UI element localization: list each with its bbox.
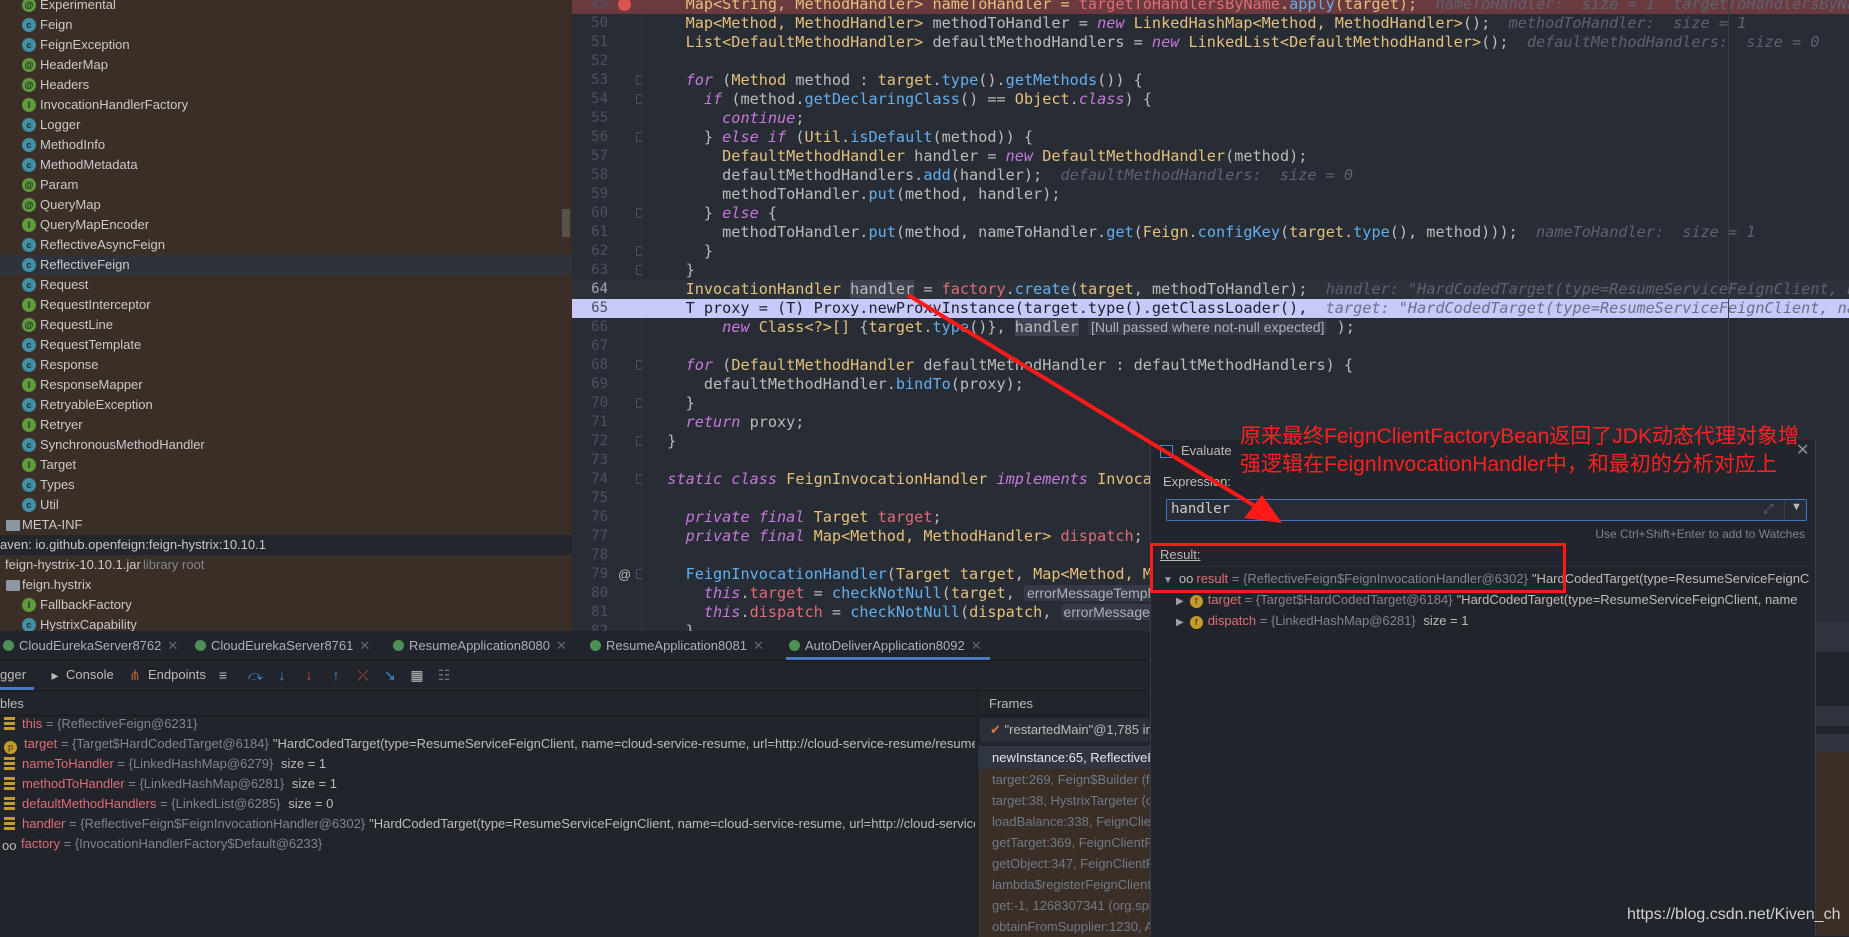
annotation-line-2: 强逻辑在FeignInvocationHandler中，和最初的分析对应上: [1240, 453, 1777, 476]
annotation-text: 原来最终FeignClientFactoryBean返回了JDK动态代理对象增 …: [1240, 423, 1799, 479]
watermark: https://blog.csdn.net/Kiven_ch: [1627, 906, 1841, 923]
annotation-line-1: 原来最终FeignClientFactoryBean返回了JDK动态代理对象增: [1240, 425, 1799, 448]
annotation-highlight-box: [1150, 543, 1566, 593]
